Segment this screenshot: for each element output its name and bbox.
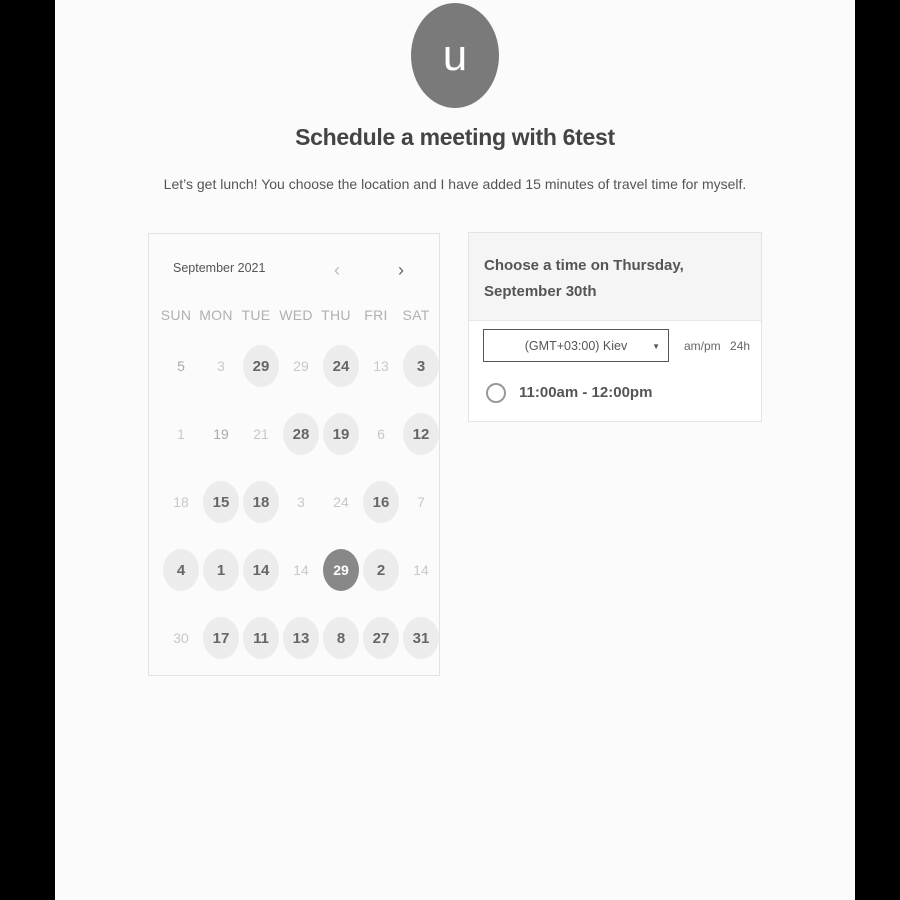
calendar-day-available[interactable]: 28	[283, 413, 319, 455]
weekday-label: SUN	[160, 307, 192, 323]
weekday-header: SUN MON TUE WED THU FRI SAT	[156, 307, 436, 323]
calendar-day: 14	[293, 562, 309, 578]
calendar-day-available[interactable]: 12	[403, 413, 439, 455]
chevron-right-icon[interactable]: ›	[391, 260, 411, 280]
calendar-day-available[interactable]: 3	[403, 345, 439, 387]
calendar-day: 18	[173, 494, 189, 510]
calendar-day: 3	[217, 358, 225, 374]
calendar-day-available[interactable]: 4	[163, 549, 199, 591]
calendar-day: 3	[297, 494, 305, 510]
calendar-day: 5	[177, 358, 185, 374]
time-slot[interactable]: 11:00am - 12:00pm	[469, 369, 761, 421]
calendar-day: 21	[253, 426, 269, 442]
calendar-day: 19	[213, 426, 229, 442]
weekday-label: TUE	[241, 307, 271, 323]
calendar-day-available[interactable]: 2	[363, 549, 399, 591]
calendar: September 2021 ‹ › SUN MON TUE WED THU FRI SAT…	[148, 233, 440, 676]
calendar-day-available[interactable]: 11	[243, 617, 279, 659]
calendar-day: 6	[377, 426, 385, 442]
time-format-toggle: am/pm 24h	[684, 339, 756, 353]
format-12h-option[interactable]: am/pm	[684, 339, 721, 353]
radio-button[interactable]	[486, 383, 506, 403]
calendar-day-selected[interactable]: 29	[323, 549, 359, 591]
calendar-day: 29	[293, 358, 309, 374]
calendar-day-available[interactable]: 13	[283, 617, 319, 659]
calendar-day-available[interactable]: 16	[363, 481, 399, 523]
time-panel: Choose a time on Thursday, September 30t…	[468, 232, 762, 422]
time-panel-heading: Choose a time on Thursday, September 30t…	[469, 233, 761, 321]
calendar-month-label: September 2021	[173, 261, 266, 275]
calendar-day-available[interactable]: 18	[243, 481, 279, 523]
timezone-value: (GMT+03:00) Kiev	[524, 338, 628, 353]
calendar-day-available[interactable]: 14	[243, 549, 279, 591]
calendar-day-available[interactable]: 1	[203, 549, 239, 591]
calendar-day-available[interactable]: 24	[323, 345, 359, 387]
calendar-day-available[interactable]: 17	[203, 617, 239, 659]
timezone-select[interactable]: (GMT+03:00) Kiev ▼	[483, 329, 669, 362]
time-panel-heading-line2: September 30th	[484, 283, 597, 300]
calendar-days: 5 3 29 29 24 13 3 1 19 21 28 19 6 12 18 15 18 3 24 16 7 4 1 14 1…	[161, 345, 441, 685]
calendar-day: 14	[413, 562, 429, 578]
page: u Schedule a meeting with 6test Let’s ge…	[55, 0, 855, 900]
calendar-day-available[interactable]: 29	[243, 345, 279, 387]
calendar-day: 13	[373, 358, 389, 374]
time-slot-label: 11:00am - 12:00pm	[519, 384, 653, 401]
time-panel-heading-line1: Choose a time on Thursday,	[484, 257, 684, 274]
caret-down-icon: ▼	[652, 342, 660, 351]
calendar-day: 24	[333, 494, 349, 510]
avatar-letter: u	[442, 30, 468, 80]
weekday-label: SAT	[402, 307, 430, 323]
page-title: Schedule a meeting with 6test	[295, 124, 615, 150]
calendar-day-available[interactable]: 27	[363, 617, 399, 659]
weekday-label: WED	[279, 307, 313, 323]
weekday-label: MON	[199, 307, 233, 323]
format-24h-option[interactable]: 24h	[730, 339, 750, 353]
avatar: u	[411, 3, 499, 108]
calendar-day-available[interactable]: 8	[323, 617, 359, 659]
calendar-day-available[interactable]: 15	[203, 481, 239, 523]
calendar-day: 7	[417, 494, 425, 510]
calendar-day: 30	[173, 630, 189, 646]
calendar-day: 1	[177, 426, 185, 442]
chevron-left-icon[interactable]: ‹	[327, 260, 347, 280]
page-subtitle: Let’s get lunch! You choose the location…	[163, 176, 747, 192]
calendar-day-available[interactable]: 19	[323, 413, 359, 455]
weekday-label: THU	[321, 307, 351, 323]
weekday-label: FRI	[364, 307, 388, 323]
timezone-row: (GMT+03:00) Kiev ▼ am/pm 24h	[469, 321, 761, 369]
calendar-day-available[interactable]: 31	[403, 617, 439, 659]
